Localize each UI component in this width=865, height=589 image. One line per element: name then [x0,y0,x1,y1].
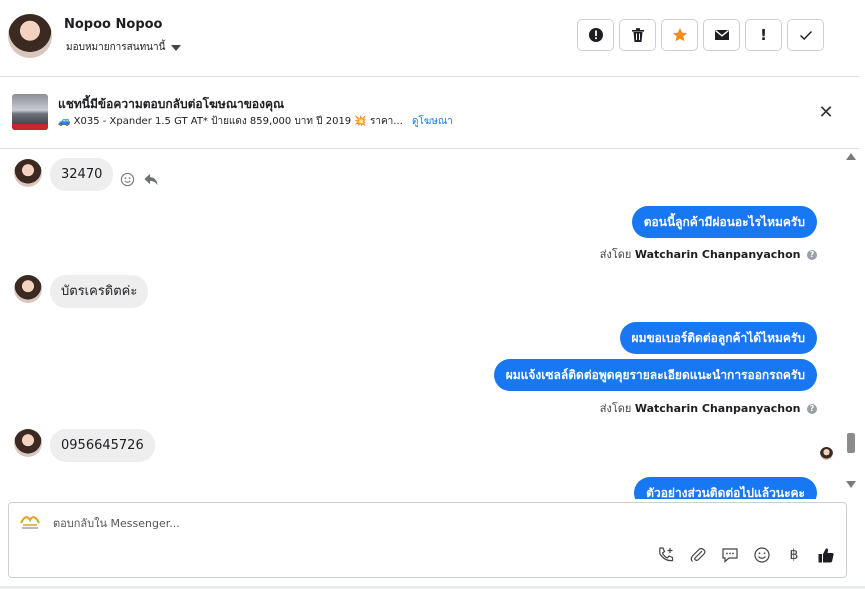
sent-by-label: ส่งโดย Watcharin Chanpanyachon ? [600,245,817,263]
call-add-icon[interactable] [656,545,676,565]
star-button[interactable] [661,19,698,51]
reply-composer: ฿ [8,502,847,578]
contact-name[interactable]: Nopoo Nopoo [64,17,162,32]
attachment-icon[interactable] [688,545,708,565]
page-logo [20,516,40,529]
incoming-message[interactable]: บัตรเครดิตค่ะ [50,275,149,308]
follow-up-button[interactable]: ! [745,19,782,51]
reply-icon[interactable] [143,172,159,187]
info-icon[interactable]: ? [807,250,817,260]
incoming-message[interactable]: 0956645726 [50,429,155,462]
ad-thumbnail[interactable] [12,94,48,130]
outgoing-message[interactable]: ตอนนี้ลูกค้ามีผ่อนอะไรไหมครับ [631,206,817,238]
saved-reply-icon[interactable] [720,545,740,565]
caret-down-icon [171,44,182,51]
outgoing-message[interactable]: ผมแจ้งเซลล์ติดต่อพูดคุยรายละเอียดแนะนำกา… [493,359,817,391]
outgoing-message[interactable]: ผมขอเบอร์ติดต่อลูกค้าได้ไหมครับ [619,322,817,354]
scroll-down-arrow[interactable] [846,481,856,488]
sent-by-name: Watcharin Chanpanyachon [634,248,801,261]
trash-icon [631,28,644,42]
sent-by-name: Watcharin Chanpanyachon [634,402,801,415]
mark-unread-button[interactable] [703,19,740,51]
emoji-icon[interactable] [752,545,772,565]
message-thread[interactable]: 32470 ตอนนี้ลูกค้ามีผ่อนอะไรไหมครับ ส่งโ… [0,149,859,499]
ad-description-row: 🚙 X035 - Xpander 1.5 GT AT* ป้ายแดง 859,… [58,114,453,129]
contact-avatar-small [14,159,42,187]
ad-context-banner: แชทนี้มีข้อความตอบกลับต่อโฆษณาของคุณ 🚙 X… [0,77,859,149]
incoming-message[interactable]: 32470 [50,158,114,191]
composer-toolbar: ฿ [656,545,836,565]
baht-icon[interactable]: ฿ [784,545,804,565]
sent-by-label: ส่งโดย Watcharin Chanpanyachon ? [600,399,817,417]
thumbs-up-icon[interactable] [816,545,836,565]
conversation-header: Nopoo Nopoo มอบหมายการสนทนานี้ ! [0,0,859,77]
ad-title: แชทนี้มีข้อความตอบกลับต่อโฆษณาของคุณ [58,97,285,111]
contact-avatar-small [14,275,42,303]
scroll-up-arrow[interactable] [846,153,856,160]
ad-description: 🚙 X035 - Xpander 1.5 GT AT* ป้ายแดง 859,… [58,116,403,127]
close-icon[interactable]: ✕ [816,102,836,123]
read-receipt-avatar [820,447,833,460]
reply-input[interactable] [53,514,613,532]
check-icon [799,31,812,40]
exclamation-icon: ! [760,26,767,44]
info-icon[interactable]: ? [807,404,817,414]
sent-by-prefix: ส่งโดย [599,248,632,261]
delete-button[interactable] [619,19,656,51]
scrollbar-thumb[interactable] [847,433,855,453]
view-ad-link[interactable]: ดูโฆษณา [412,116,453,127]
done-button[interactable] [787,19,824,51]
react-emoji-icon[interactable] [120,172,135,187]
spam-button[interactable] [577,19,614,51]
sent-by-prefix: ส่งโดย [599,402,632,415]
contact-avatar-small [14,429,42,457]
contact-avatar[interactable] [8,14,52,58]
alert-circle-icon [588,28,603,42]
outgoing-message[interactable]: ตัวอย่างส่วนติดต่อไปแล้วนะคะ [634,477,817,499]
conversation-actions: ! [577,19,824,51]
star-icon [672,28,687,42]
message-tools [120,172,159,187]
assign-conversation-dropdown[interactable]: มอบหมายการสนทนานี้ [66,40,182,55]
assign-label: มอบหมายการสนทนานี้ [66,42,166,53]
envelope-icon [714,29,729,40]
